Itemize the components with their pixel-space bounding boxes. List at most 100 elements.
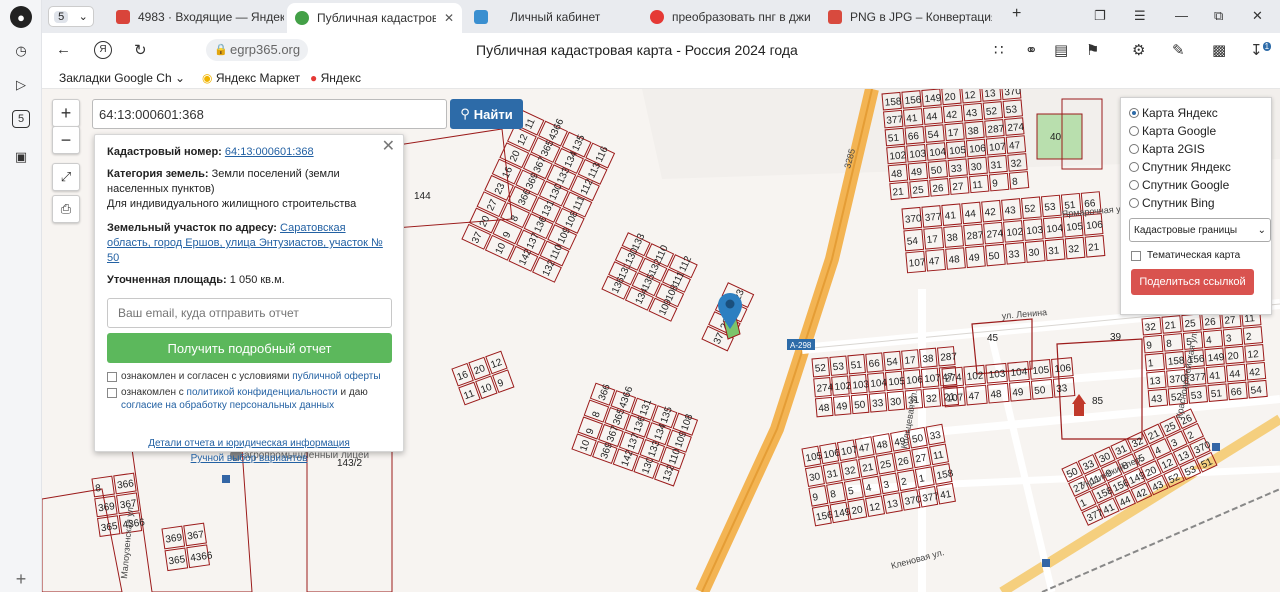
offer-link[interactable]: публичной оферты: [292, 371, 380, 382]
find-button[interactable]: ⚲ Найти: [450, 99, 523, 129]
minimize-icon[interactable]: —: [1175, 8, 1188, 23]
radio-button[interactable]: [1129, 180, 1139, 190]
print-icon[interactable]: ⎙: [52, 195, 80, 223]
bookmark-yandex[interactable]: ● Яндекс: [310, 71, 361, 85]
parcel-number: 27: [952, 181, 964, 193]
parcel-number: 274: [1007, 122, 1025, 134]
collections-icon[interactable]: ❐: [1094, 8, 1106, 24]
parcel-number: 21: [1164, 320, 1176, 332]
play-icon[interactable]: ▷: [10, 74, 32, 96]
layer-option-label: Карта Google: [1142, 124, 1217, 138]
parcel-number: 20: [944, 92, 956, 104]
back-icon[interactable]: ←: [56, 41, 71, 58]
find-label: Найти: [473, 106, 513, 122]
parcel-number: 41: [944, 210, 956, 222]
screen-icon[interactable]: ▩: [1212, 41, 1226, 59]
tab-convert-gif[interactable]: преобразовать пнг в джи: [642, 4, 814, 29]
yandex-logo-icon[interactable]: Я: [94, 41, 112, 59]
close-icon[interactable]: ✕: [444, 11, 454, 25]
radio-button[interactable]: [1129, 144, 1139, 154]
radio-button[interactable]: [1129, 126, 1139, 136]
parcel-number: 103: [988, 368, 1006, 380]
tab-mail[interactable]: 4983 · Входящие — Яндекс: [108, 4, 284, 29]
notes-icon[interactable]: ✎: [1172, 41, 1185, 59]
get-report-button[interactable]: Получить подробный отчет: [107, 333, 392, 363]
bookmark-market[interactable]: ◉ Яндекс Маркет: [202, 71, 300, 85]
parcel-number: 32: [1068, 244, 1080, 256]
radio-button[interactable]: [1129, 108, 1139, 118]
parcel-number: 43: [1004, 205, 1016, 217]
layer-option[interactable]: Спутник Bing: [1129, 194, 1263, 212]
zoom-out-button[interactable]: −: [52, 126, 80, 154]
parcel-number: 377: [924, 212, 942, 224]
tab-label: PNG в JPG – Конвертация: [850, 9, 992, 24]
details-link[interactable]: Детали отчета и юридическая информация: [107, 436, 391, 451]
personal-data-link[interactable]: согласие на обработку персональных данны…: [121, 400, 334, 411]
tab-cadastral[interactable]: Публичная кадастрова ✕: [287, 3, 462, 33]
parcel-number: 49: [836, 401, 848, 413]
thematic-label: Тематическая карта: [1147, 250, 1241, 261]
url-field[interactable]: 🔒 egrp365.org: [206, 39, 309, 61]
png-icon: [828, 9, 842, 24]
parcel-number: 107: [946, 392, 964, 404]
history-icon[interactable]: ◷: [10, 40, 32, 62]
layer-option[interactable]: Карта 2GIS: [1129, 140, 1263, 158]
privacy-link[interactable]: политикой конфиденциальности: [187, 387, 338, 398]
parcel-number: 287: [940, 351, 958, 363]
layer-option[interactable]: Спутник Google: [1129, 176, 1263, 194]
parcel-number: 105: [1066, 221, 1084, 233]
url-text: egrp365.org: [230, 42, 301, 57]
overlay-select[interactable]: Кадастровые границы ⌄: [1129, 218, 1271, 242]
close-icon[interactable]: ✕: [382, 139, 395, 155]
parcel-number: 17: [926, 234, 938, 246]
cadastral-map[interactable]: 37 20 27 23 16 20 12 11 10 9 8 366 369 367 365 4366 142 1…: [42, 89, 1280, 592]
privacy-checkbox[interactable]: [107, 388, 117, 398]
parcel-number: 33: [950, 163, 962, 175]
fullscreen-icon[interactable]: ⤢: [52, 163, 80, 191]
close-window-icon[interactable]: ✕: [1252, 8, 1263, 24]
tabs-counter-icon[interactable]: 5: [12, 110, 30, 128]
manual-choice-link[interactable]: Ручной выбор вариантов: [107, 451, 391, 466]
add-icon[interactable]: +: [10, 568, 32, 590]
bookmark-icon[interactable]: ⚑: [1086, 41, 1099, 59]
cadastral-link[interactable]: 64:13:000601:368: [225, 146, 314, 158]
thematic-checkbox[interactable]: [1131, 250, 1141, 261]
parcel-number: 287: [966, 230, 984, 242]
parcel-number: 274: [816, 382, 834, 394]
layer-option-label: Спутник Bing: [1142, 196, 1215, 210]
tab-png-jpg[interactable]: PNG в JPG – Конвертация: [820, 4, 992, 29]
parcel-number: 149: [1207, 352, 1225, 364]
menu-icon[interactable]: ☰: [1134, 8, 1146, 24]
profile-icon[interactable]: ●: [10, 6, 32, 28]
radio-button[interactable]: [1129, 162, 1139, 172]
headphones-icon[interactable]: ⚭: [1025, 41, 1038, 59]
zoom-in-button[interactable]: +: [52, 99, 80, 127]
usage-text: Для индивидуального жилищного строительс…: [107, 198, 357, 210]
offer-checkbox[interactable]: [107, 372, 117, 382]
layer-option[interactable]: Карта Яндекс: [1129, 104, 1263, 122]
cadastral-search-input[interactable]: [92, 99, 447, 129]
reload-icon[interactable]: ↻: [134, 41, 147, 59]
reader-icon[interactable]: ▤: [1054, 41, 1068, 59]
radio-button[interactable]: [1129, 198, 1139, 208]
share-link-button[interactable]: Поделиться ссылкой: [1131, 269, 1254, 295]
download-icon[interactable]: ↧ 1: [1250, 41, 1272, 59]
parcel-number: 106: [1086, 220, 1104, 232]
email-field[interactable]: [107, 298, 392, 328]
parcel-number: 48: [948, 254, 960, 266]
parcel-number: 53: [1190, 390, 1202, 402]
restore-icon[interactable]: ⧉: [1214, 8, 1223, 24]
tab-group-button[interactable]: 5 ⌄: [48, 6, 94, 27]
layer-option[interactable]: Спутник Яндекс: [1129, 158, 1263, 176]
extension-icon[interactable]: ⚙: [1132, 41, 1145, 59]
layer-option[interactable]: Карта Google: [1129, 122, 1263, 140]
parcel-number: 48: [990, 389, 1002, 401]
bookmark-folder-google[interactable]: Закладки Google Ch ⌄: [59, 71, 185, 85]
tab-cabinet[interactable]: Личный кабинет: [466, 4, 636, 29]
address-bar-row: ← Я ↻ 🔒 egrp365.org Публичная кадастрова…: [42, 33, 1280, 67]
new-tab-icon[interactable]: +: [1012, 5, 1021, 23]
parcel-number: 48: [818, 403, 830, 415]
category-label: Категория земель:: [107, 168, 209, 180]
camera-icon[interactable]: ▣: [10, 146, 32, 168]
grid-icon[interactable]: ∷: [994, 41, 1004, 59]
